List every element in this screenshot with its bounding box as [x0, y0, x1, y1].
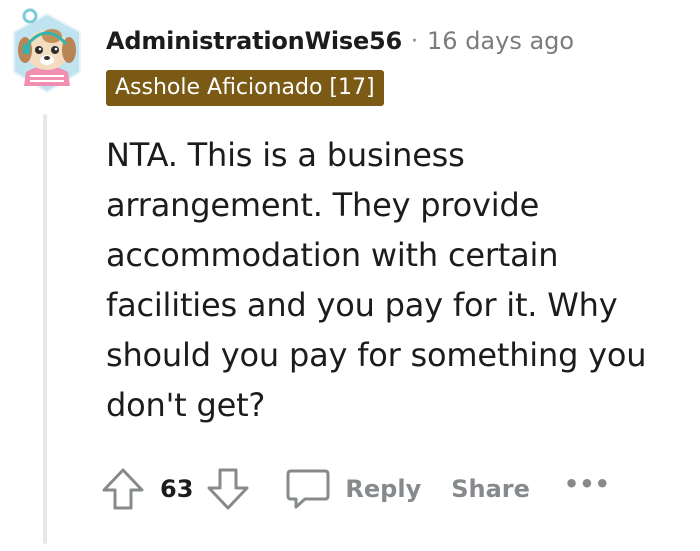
comment-body-line: NTA. This is a business [106, 136, 465, 174]
comment-timestamp[interactable]: 16 days ago [427, 27, 574, 55]
comment-body-line: facilities and you pay for it. Why [106, 286, 618, 324]
reply-label: Reply [345, 475, 422, 503]
comment-meta: AdministrationWise56 · 16 days ago [106, 24, 574, 58]
more-options-button[interactable]: ••• [564, 470, 610, 498]
vote-score: 63 [160, 475, 194, 503]
downvote-button[interactable] [205, 466, 251, 512]
upvote-button[interactable] [100, 466, 146, 512]
meta-separator: · [411, 28, 419, 54]
comment-body-line: should you pay for something you [106, 336, 647, 374]
downvote-arrow-icon [207, 468, 249, 510]
dog-avatar-icon [13, 8, 81, 94]
comment-actions: 63 Reply Share ••• [100, 464, 610, 514]
speech-bubble-icon [286, 469, 330, 509]
comment-body-line: arrangement. They provide [106, 186, 540, 224]
share-button[interactable]: Share [451, 475, 530, 503]
upvote-arrow-icon [102, 468, 144, 510]
comment: AdministrationWise56 · 16 days ago Assho… [0, 0, 700, 551]
comment-body-line: don't get? [106, 386, 266, 424]
username-link[interactable]: AdministrationWise56 [106, 27, 402, 55]
comment-body: NTA. This is a business arrangement. The… [106, 130, 681, 430]
user-avatar[interactable] [8, 6, 86, 98]
comment-body-line: accommodation with certain [106, 236, 559, 274]
reply-button[interactable]: Reply [285, 466, 421, 512]
user-flair: Asshole Aficionado [17] [106, 70, 384, 106]
thread-line[interactable] [43, 114, 47, 544]
